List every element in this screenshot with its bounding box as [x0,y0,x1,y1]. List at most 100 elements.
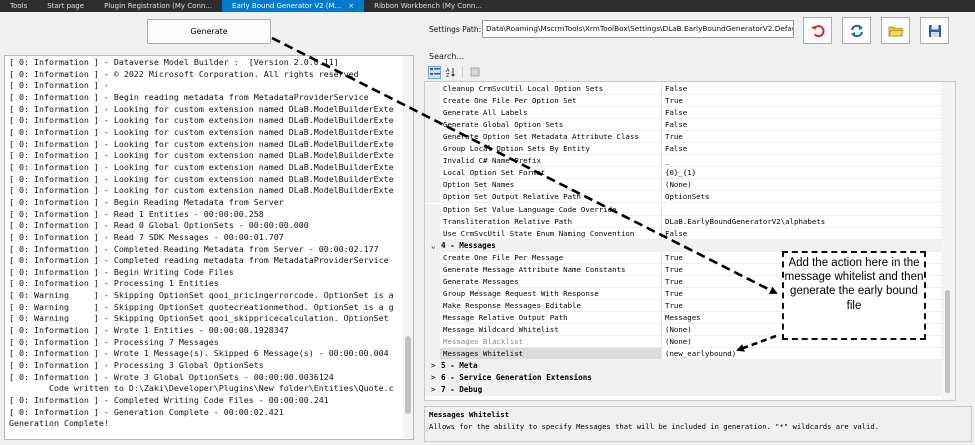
property-row[interactable]: Cleanup CrmSvcUtil Local Option Sets Fals… [425,83,955,95]
property-row[interactable]: Generate Option Set Metadata Attribute C… [425,131,955,144]
property-name: Group Local Option Sets By Entity [440,143,662,156]
row-gutter [425,107,440,120]
property-value[interactable]: True [662,131,955,144]
tab-label: Early Bound Generator V2 (M... [232,2,342,10]
property-grid-toolbar: AZ [424,64,972,80]
log-line: [ 0: Information ] - Processing 1 Entiti… [9,278,219,289]
row-gutter [425,215,440,228]
property-value[interactable]: False [662,107,955,120]
property-row[interactable]: Local Option Set Format {0}_{1} [425,167,955,180]
generate-button[interactable]: Generate [147,19,271,44]
property-name: Message Wildcard Whitelist [440,324,662,336]
property-row[interactable]: Messages Whitelist (new_earlybound) [425,348,955,361]
row-gutter [425,299,440,312]
row-gutter [425,95,440,108]
log-line: [ 0: Warning ] - Skipping OptionSet quot… [9,301,394,312]
settings-path-field[interactable]: Data\Roaming\MscrmTools\XrmToolBox\Setti… [482,20,794,38]
log-line: Code written to D:\Zaki\Developer\Plugin… [9,383,394,394]
log-line: [ 0: Information ] - Generation Complete… [9,406,284,417]
log-line: [ 0: Information ] - Looking for custom … [9,150,394,161]
property-name: Messages Whitelist [440,348,662,361]
category-row[interactable]: >6 - Service Generation Extensions [425,372,955,385]
chevron-right-icon[interactable]: > [431,384,441,396]
log-line: [ 0: Information ] - Read 0 Global Optio… [9,220,309,231]
row-gutter [425,227,440,240]
property-value[interactable]: False [662,228,955,240]
categorized-icon[interactable] [428,65,441,79]
log-line: [ 0: Information ] - Begin reading metad… [9,91,369,102]
property-row[interactable]: Generate All Labels False [425,107,955,120]
property-row[interactable]: Option Set Value Language Code Override [425,203,955,216]
row-gutter [425,251,440,264]
log-line: [ 0: Information ] - Looking for custom … [9,103,394,114]
row-gutter [425,191,440,204]
log-line: [ 0: Information ] - Wrote 1 Message(s).… [9,348,389,359]
category-label: 6 - Service Generation Extensions [441,373,592,383]
property-value[interactable]: False [662,119,955,132]
property-grid-scrollbar-thumb[interactable] [945,290,950,393]
log-scrollbar-thumb[interactable] [405,336,411,414]
log-line: [ 0: Information ] - Looking for custom … [9,115,394,126]
property-row[interactable]: Option Set Output Relative Path OptionSet… [425,191,955,204]
tab-1[interactable]: Start page [37,0,94,12]
property-value[interactable]: {0}_{1} [662,167,955,180]
property-value[interactable]: False [662,83,955,95]
chevron-right-icon[interactable]: > [431,360,441,372]
svg-text:Z: Z [446,73,450,77]
category-row[interactable]: ⌄ 4 - Messages [425,239,955,252]
log-line: [ 0: Information ] - Completed Writing C… [9,395,329,406]
property-value[interactable] [662,204,955,216]
property-row[interactable]: Invalid C# Name Prefix _ [425,155,955,168]
log-line: [ 0: Warning ] - Skipping OptionSet qooi… [9,290,394,301]
property-row[interactable]: Create One File Per Option Set True [425,95,955,108]
reset-button[interactable] [803,17,832,44]
property-value[interactable]: _ [662,155,955,168]
tab-bar: Tools Start page Plugin Registration (My C… [0,0,975,12]
property-row[interactable]: Transliteration Relative Path DLaB.EarlyB… [425,215,955,228]
folder-icon [887,26,904,36]
row-gutter [425,143,440,156]
settings-path-label: Settings Path: [429,25,482,34]
property-value[interactable]: (None) [662,179,955,192]
tab-2[interactable]: Plugin Registration (My Conn... [94,0,222,12]
save-button[interactable] [920,17,949,44]
property-row[interactable]: Group Local Option Sets By Entity False [425,143,955,156]
refresh-icon [850,24,863,37]
property-description-panel: Messages Whitelist Allows for the abilit… [424,406,972,442]
log-line: [ 0: Information ] - Completed reading m… [9,255,389,266]
log-line: [ 0: Information ] - Processing 3 Global… [9,360,264,371]
property-name: Group Message Request With Response [440,287,662,300]
category-label: 5 - Meta [441,361,478,371]
tab-4[interactable]: Ribbon Workbench (My Conn... [364,0,492,12]
category-row[interactable]: >5 - Meta [425,360,955,373]
row-gutter [425,324,440,336]
search-input[interactable] [424,47,972,63]
tab-3[interactable]: Early Bound Generator V2 (M... × [222,0,365,12]
close-tab-icon[interactable]: × [348,0,354,12]
tab-0[interactable]: Tools [0,0,37,12]
property-name: Generate Message Attribute Name Constant… [440,263,662,276]
property-name: Messages Blacklist [440,336,662,349]
property-value[interactable]: OptionSets [662,191,955,204]
property-value[interactable]: True [662,95,955,108]
alphabetical-icon[interactable]: AZ [444,66,457,79]
log-line: [ 0: Information ] - Wrote 1 Entities - … [9,325,289,336]
property-value[interactable]: DLaB.EarlyBoundGeneratorV2\alphabets [662,216,955,228]
property-name: Create One File Per Message [440,251,662,264]
category-row[interactable]: >7 - Debug [425,384,955,397]
log-line: [ 0: Information ] - Read 1 Entities - 0… [9,208,264,219]
property-value[interactable]: (new_earlybound) [662,348,955,361]
log-line: [ 0: Information ] - Looking for custom … [9,126,394,137]
property-value[interactable]: False [662,143,955,156]
property-row[interactable]: Generate Global Option Sets False [425,119,955,132]
property-row[interactable]: Option Set Names (None) [425,179,955,192]
chevron-right-icon[interactable]: > [431,372,441,384]
chevron-down-icon[interactable]: ⌄ [431,240,441,252]
refresh-button[interactable] [842,17,871,44]
category-label: 7 - Debug [441,385,483,395]
property-row[interactable]: Use CrmSvcUtil State Enum Naming Convent… [425,227,955,240]
open-button[interactable] [881,17,910,44]
property-pages-icon[interactable] [468,66,481,79]
log-line: [ 0: Information ] - Looking for custom … [9,173,394,184]
log-line: [ 0: Information ] - Processing 7 Messag… [9,336,219,347]
